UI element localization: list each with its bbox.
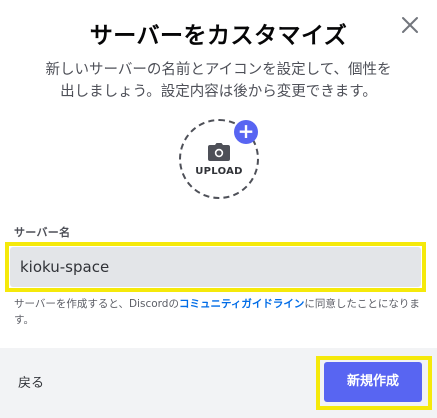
dialog-title: サーバーをカスタマイズ — [89, 23, 348, 49]
create-button[interactable]: 新規作成 — [324, 362, 422, 402]
upload-label: UPLOAD — [195, 166, 243, 177]
guidelines-text-before: サーバーを作成すると、Discordの — [14, 298, 179, 310]
back-button[interactable]: 戻る — [18, 372, 44, 391]
dialog-subtitle: 新しいサーバーの名前とアイコンを設定して、個性を 出しましょう。設定内容は後から… — [24, 59, 413, 103]
guidelines-notice: サーバーを作成すると、Discordのコミュニティガイドラインに同意したことにな… — [14, 296, 424, 328]
plus-icon: + — [234, 120, 258, 144]
dialog-footer: 戻る 新規作成 — [0, 348, 437, 418]
customize-server-dialog: サーバーをカスタマイズ 新しいサーバーの名前とアイコンを設定して、個性を 出しま… — [0, 0, 437, 418]
camera-icon — [208, 143, 230, 161]
subtitle-line-2: 出しましょう。設定内容は後から変更できます。 — [60, 84, 377, 100]
server-name-input[interactable] — [10, 247, 421, 287]
subtitle-line-1: 新しいサーバーの名前とアイコンを設定して、個性を — [45, 62, 392, 78]
upload-icon-button[interactable]: UPLOAD + — [179, 119, 259, 199]
server-name-label: サーバー名 — [14, 226, 71, 239]
community-guidelines-link[interactable]: コミュニティガイドライン — [179, 298, 304, 310]
